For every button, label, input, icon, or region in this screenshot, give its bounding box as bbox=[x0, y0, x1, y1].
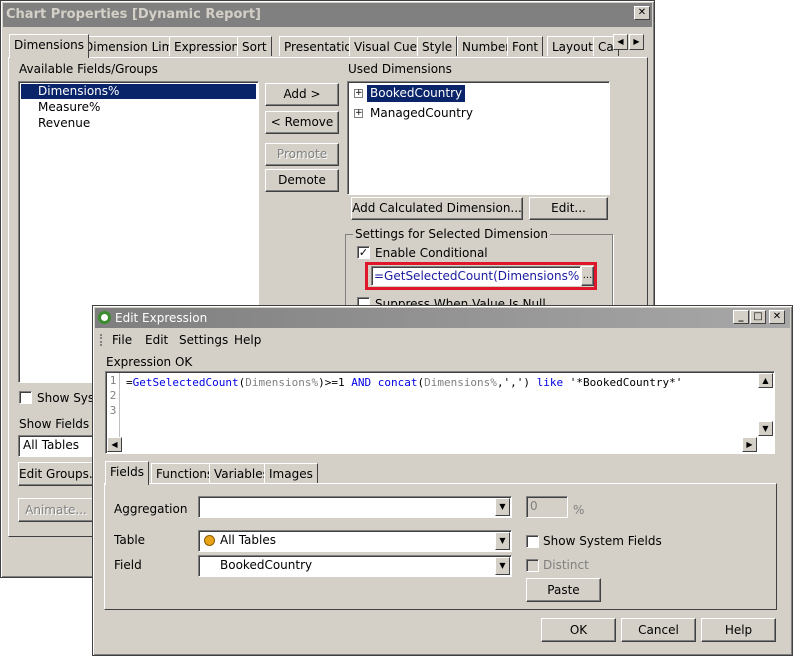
list-item-revenue[interactable]: Revenue bbox=[21, 116, 90, 131]
list-item-managed-country[interactable]: ManagedCountry bbox=[367, 105, 476, 122]
qlik-logo-icon bbox=[98, 311, 111, 324]
tab-layout[interactable]: Layout bbox=[547, 36, 598, 56]
conditional-expression-text: =GetSelectedCount(Dimensions%)>= bbox=[374, 269, 580, 283]
expand-icon[interactable]: + bbox=[354, 89, 363, 98]
tab-dimensions[interactable]: Dimensions bbox=[9, 34, 90, 58]
show-fields-from-combo[interactable]: All Tables bbox=[18, 435, 94, 457]
edit-expression-window: Edit Expression _ □ ✕ File Edit Settings… bbox=[92, 305, 793, 656]
line-number: 1 bbox=[109, 374, 117, 387]
paste-button[interactable]: Paste bbox=[526, 578, 601, 602]
expand-icon[interactable]: + bbox=[354, 109, 363, 118]
ok-button[interactable]: OK bbox=[541, 618, 616, 642]
code-punct: ,',') bbox=[496, 376, 537, 389]
edit-expression-title: Edit Expression bbox=[115, 311, 208, 325]
demote-button[interactable]: Demote bbox=[265, 169, 339, 192]
used-dimensions-list[interactable]: + BookedCountry + ManagedCountry bbox=[347, 81, 610, 195]
aggregation-label: Aggregation bbox=[114, 502, 188, 516]
code-string: '*BookedCountry*' bbox=[563, 376, 683, 389]
aggregation-number-value: 0 bbox=[530, 499, 538, 513]
code-field: Dimensions% bbox=[424, 376, 497, 389]
scroll-left-icon[interactable]: ◀ bbox=[107, 437, 122, 452]
aggregation-combo[interactable]: ▼ bbox=[198, 496, 512, 518]
window-title-bar: Chart Properties [Dynamic Report] bbox=[3, 3, 652, 27]
tab-font[interactable]: Font bbox=[507, 36, 544, 56]
distinct-checkbox[interactable] bbox=[526, 559, 539, 572]
promote-button[interactable]: Promote bbox=[265, 143, 339, 166]
table-value: All Tables bbox=[220, 533, 276, 547]
show-system-checkbox[interactable] bbox=[19, 391, 32, 404]
field-label: Field bbox=[114, 558, 142, 572]
tab-scroll-left-icon[interactable]: ◀ bbox=[613, 34, 628, 50]
field-combo[interactable]: BookedCountry ▼ bbox=[198, 555, 512, 577]
menu-help[interactable]: Help bbox=[234, 333, 261, 347]
distinct-label: Distinct bbox=[543, 558, 589, 572]
code-field: Dimensions% bbox=[245, 376, 319, 389]
line-number: 3 bbox=[109, 404, 117, 417]
used-dimensions-label: Used Dimensions bbox=[348, 62, 452, 76]
available-fields-label: Available Fields/Groups bbox=[19, 62, 158, 76]
table-combo[interactable]: All Tables ▼ bbox=[198, 530, 512, 552]
show-fields-from-value: All Tables bbox=[23, 438, 79, 452]
window-title: Chart Properties [Dynamic Report] bbox=[6, 7, 261, 22]
scroll-down-icon[interactable]: ▼ bbox=[758, 421, 773, 436]
maximize-icon[interactable]: □ bbox=[750, 310, 766, 324]
add-button[interactable]: Add > bbox=[265, 83, 339, 106]
minimize-icon[interactable]: _ bbox=[733, 310, 749, 324]
dropdown-arrow-icon[interactable]: ▼ bbox=[495, 532, 510, 550]
menu-file[interactable]: File bbox=[112, 333, 132, 347]
add-calculated-dimension-button[interactable]: Add Calculated Dimension... bbox=[351, 197, 523, 220]
help-button[interactable]: Help bbox=[701, 618, 776, 642]
expression-status: Expression OK bbox=[106, 355, 193, 369]
line-number-gutter: 1 2 3 bbox=[107, 373, 120, 437]
code-function: GetSelectedCount bbox=[132, 376, 239, 389]
code-function: concat bbox=[377, 376, 418, 389]
conditional-expression-field[interactable]: =GetSelectedCount(Dimensions%)>= bbox=[371, 266, 581, 286]
dropdown-arrow-icon[interactable]: ▼ bbox=[495, 557, 510, 575]
scroll-up-icon[interactable]: ▲ bbox=[758, 373, 773, 388]
enable-conditional-label: Enable Conditional bbox=[375, 246, 488, 260]
edit-groups-button[interactable]: Edit Groups... bbox=[18, 462, 94, 486]
menu-settings[interactable]: Settings bbox=[179, 333, 228, 347]
field-value: BookedCountry bbox=[220, 558, 313, 572]
close-icon[interactable]: ✕ bbox=[769, 310, 785, 324]
edit-button[interactable]: Edit... bbox=[529, 197, 608, 220]
edit-expression-title-bar: Edit Expression bbox=[95, 308, 790, 328]
settings-group-label: Settings for Selected Dimension bbox=[353, 227, 550, 241]
aggregation-number-field[interactable]: 0 bbox=[526, 496, 568, 518]
menu-edit[interactable]: Edit bbox=[145, 333, 168, 347]
expression-editor[interactable]: 1 2 3 =GetSelectedCount(Dimensions%)>=1 … bbox=[105, 371, 775, 454]
cancel-button[interactable]: Cancel bbox=[621, 618, 696, 642]
tab-images[interactable]: Images bbox=[264, 463, 318, 483]
tab-strip: Dimensions Dimension Limits Expressions … bbox=[9, 34, 649, 58]
enable-conditional-checkbox[interactable]: ✓ bbox=[357, 246, 370, 259]
tab-fields[interactable]: Fields bbox=[105, 461, 149, 485]
tab-sort[interactable]: Sort bbox=[237, 36, 272, 56]
code-operator: = bbox=[126, 376, 133, 389]
code-keyword: AND bbox=[351, 376, 372, 389]
show-system-fields-label: Show System Fields bbox=[543, 534, 662, 548]
expression-ellipsis-button[interactable]: ... bbox=[581, 266, 594, 286]
list-item-dimensions[interactable]: Dimensions% bbox=[21, 84, 256, 99]
close-icon[interactable]: ✕ bbox=[634, 6, 650, 20]
code-keyword: like bbox=[536, 376, 564, 389]
animate-button[interactable]: Animate... bbox=[18, 498, 94, 522]
code-punct: )>=1 bbox=[318, 376, 352, 389]
table-label: Table bbox=[114, 533, 146, 547]
list-item-measure[interactable]: Measure% bbox=[21, 100, 100, 115]
line-number: 2 bbox=[109, 389, 117, 402]
list-item-booked-country[interactable]: BookedCountry bbox=[367, 85, 466, 102]
dropdown-arrow-icon[interactable]: ▼ bbox=[495, 498, 510, 516]
code-line-1: =GetSelectedCount(Dimensions%)>=1 AND co… bbox=[126, 375, 682, 390]
remove-button[interactable]: < Remove bbox=[265, 111, 339, 134]
show-system-fields-checkbox[interactable] bbox=[526, 535, 539, 548]
table-icon bbox=[204, 535, 215, 546]
menu-grip-icon bbox=[100, 334, 103, 346]
scroll-right-icon[interactable]: ▶ bbox=[742, 437, 757, 452]
tab-scroll-right-icon[interactable]: ▶ bbox=[629, 34, 644, 50]
percent-label: % bbox=[573, 503, 585, 517]
tab-style[interactable]: Style bbox=[417, 36, 458, 56]
